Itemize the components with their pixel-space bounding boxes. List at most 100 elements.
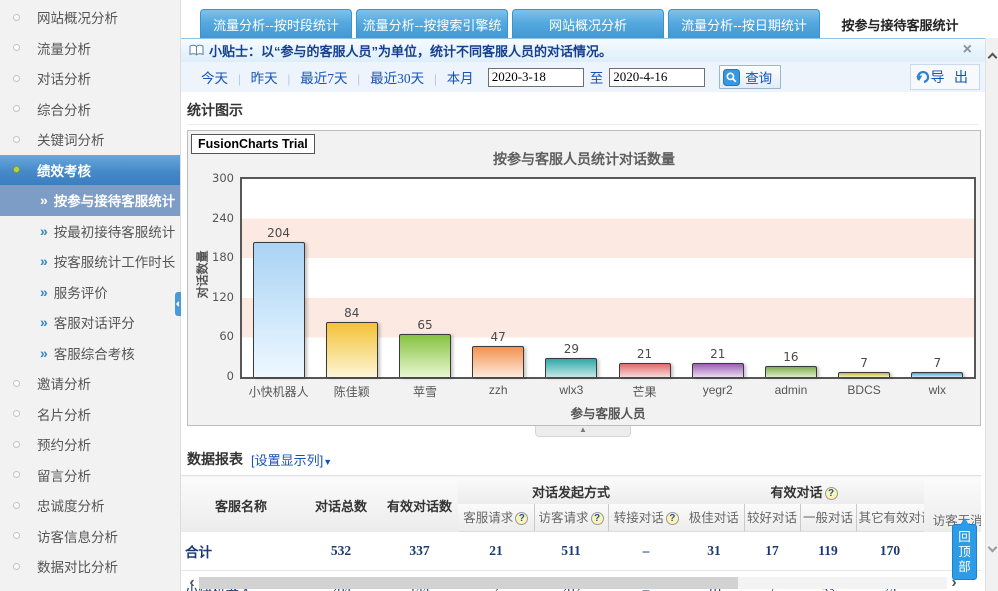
- date-to-input[interactable]: [609, 68, 705, 87]
- bar[interactable]: [545, 358, 597, 377]
- sidebar-item[interactable]: 邀请分析: [0, 368, 180, 399]
- x-category-label: admin: [754, 383, 827, 400]
- sidebar-item[interactable]: »按最初接待客服统计: [0, 216, 180, 247]
- sidebar-item[interactable]: 关键词分析: [0, 124, 180, 155]
- x-axis-title: 参与客服人员: [240, 403, 976, 422]
- bullet-icon: [13, 44, 20, 51]
- sidebar-item[interactable]: »客服综合考核: [0, 338, 180, 369]
- quick-links: 今天|昨天|最近7天|最近30天|本月: [191, 67, 484, 87]
- query-button[interactable]: 查询: [719, 65, 781, 89]
- tab[interactable]: 流量分析--按时段统计: [200, 9, 352, 38]
- chevron-right-icon: »: [40, 192, 48, 208]
- horizontal-scroll-track[interactable]: [199, 577, 947, 589]
- set-columns-link[interactable]: [设置显示列]▼: [251, 450, 332, 469]
- bar-column: 7: [901, 179, 974, 377]
- bar-column: 65: [388, 179, 461, 377]
- scroll-up-icon[interactable]: [988, 53, 998, 63]
- bar[interactable]: [253, 242, 305, 377]
- sidebar-item[interactable]: 名片分析: [0, 399, 180, 430]
- quick-range-link[interactable]: 本月: [437, 71, 484, 86]
- bar[interactable]: [765, 366, 817, 377]
- tab[interactable]: 流量分析--按日期统计: [668, 9, 820, 38]
- bar[interactable]: [911, 372, 963, 377]
- sidebar-item[interactable]: 数据对比分析: [0, 551, 180, 582]
- quick-range-link[interactable]: 最近7天: [290, 71, 357, 86]
- sub-column-header[interactable]: 其它有效对话: [856, 504, 924, 532]
- sidebar-item[interactable]: 绩效考核: [0, 155, 180, 186]
- chart-collapse-button[interactable]: ▲: [535, 426, 631, 437]
- horizontal-scroll-thumb[interactable]: [199, 577, 738, 589]
- y-tick-label: 180: [188, 250, 234, 264]
- bar-column: 29: [535, 179, 608, 377]
- bar-value-label: 29: [564, 342, 579, 356]
- bar[interactable]: [326, 322, 378, 377]
- sub-column-header[interactable]: 转接对话?: [608, 504, 684, 532]
- value-cell: –: [608, 532, 684, 571]
- quick-range-link[interactable]: 今天: [191, 71, 238, 86]
- bar[interactable]: [619, 363, 671, 377]
- bar[interactable]: [692, 363, 744, 377]
- bar-series: 2048465472921211677: [242, 179, 974, 377]
- sub-column-header[interactable]: 极佳对话: [684, 504, 744, 532]
- sidebar-item[interactable]: »服务评价: [0, 277, 180, 308]
- x-category-label: 芒果: [608, 383, 681, 400]
- quick-range-link[interactable]: 最近30天: [360, 71, 434, 86]
- sidebar-item[interactable]: 综合分析: [0, 94, 180, 125]
- help-icon[interactable]: ?: [591, 512, 604, 525]
- bar[interactable]: [838, 372, 890, 377]
- sidebar-item[interactable]: 忠诚度分析: [0, 490, 180, 521]
- scroll-down-icon[interactable]: [988, 543, 998, 553]
- bar-column: 204: [242, 179, 315, 377]
- y-tick-label: 0: [188, 369, 234, 383]
- notice-bar: 小贴士：以“参与的客服人员”为单位，统计不同客服人员的对话情况。 ×: [181, 38, 998, 62]
- sidebar-item[interactable]: »客服对话评分: [0, 307, 180, 338]
- sidebar-item-label: 客服综合考核: [54, 343, 135, 363]
- sidebar-item[interactable]: 对话分析: [0, 63, 180, 94]
- help-icon[interactable]: ?: [825, 487, 838, 500]
- chart-panel: FusionCharts Trial 按参与客服人员统计对话数量 对话数量 06…: [187, 130, 981, 426]
- vertical-scrollbar[interactable]: [985, 38, 998, 591]
- main-content: 统计图示 FusionCharts Trial 按参与客服人员统计对话数量 对话…: [181, 92, 985, 591]
- close-icon[interactable]: ×: [963, 41, 972, 59]
- sidebar-item[interactable]: »按参与接待客服统计: [0, 185, 180, 216]
- tab[interactable]: 按参与接待客服统计: [824, 9, 976, 38]
- tab-bar: 流量分析--按时段统计流量分析--按搜索引擎统网站概况分析流量分析--按日期统计…: [181, 0, 998, 38]
- sidebar-item-label: 按客服统计工作时长: [54, 251, 176, 271]
- sidebar-item-label: 留言分析: [37, 465, 91, 485]
- value-cell: 31: [684, 532, 744, 571]
- sidebar-item[interactable]: »按客服统计工作时长: [0, 246, 180, 277]
- back-to-top-char: 顶: [953, 545, 976, 560]
- sidebar-item-label: 名片分析: [37, 404, 91, 424]
- x-category-label: yegr2: [681, 383, 754, 400]
- column-header[interactable]: 对话总数: [301, 476, 381, 532]
- bar[interactable]: [399, 334, 451, 377]
- back-to-top-button[interactable]: 回顶部: [952, 524, 977, 580]
- sidebar-item[interactable]: 留言分析: [0, 460, 180, 491]
- sidebar-item[interactable]: 流量分析: [0, 33, 180, 64]
- sidebar-item[interactable]: 网站概况分析: [0, 2, 180, 33]
- sub-column-header[interactable]: 访客请求?: [534, 504, 608, 532]
- report-section-title: 数据报表: [187, 449, 243, 469]
- sub-column-header[interactable]: 一般对话: [800, 504, 856, 532]
- bar-value-label: 47: [491, 330, 506, 344]
- bar[interactable]: [472, 346, 524, 377]
- column-header[interactable]: 有效对话数: [381, 476, 458, 532]
- sub-column-header[interactable]: 较好对话: [744, 504, 800, 532]
- table-row: 合计53233721511–3117119170: [181, 532, 981, 571]
- export-button[interactable]: 导 出: [910, 64, 981, 90]
- sub-column-header[interactable]: 客服请求?: [458, 504, 534, 532]
- value-cell: 337: [381, 532, 458, 571]
- date-from-input[interactable]: [488, 68, 584, 87]
- help-icon[interactable]: ?: [515, 512, 528, 525]
- value-cell: 119: [800, 532, 856, 571]
- chart-section-title: 统计图示: [187, 102, 243, 118]
- sidebar-item[interactable]: 预约分析: [0, 429, 180, 460]
- column-header[interactable]: 客服名称: [181, 476, 301, 532]
- tab[interactable]: 网站概况分析: [512, 9, 664, 38]
- set-columns-label: [设置显示列]: [251, 453, 323, 468]
- quick-range-link[interactable]: 昨天: [241, 71, 288, 86]
- scroll-left-icon[interactable]: ‹: [185, 577, 199, 589]
- sidebar-item[interactable]: 访客信息分析: [0, 521, 180, 552]
- help-icon[interactable]: ?: [666, 512, 679, 525]
- tab[interactable]: 流量分析--按搜索引擎统: [356, 9, 508, 38]
